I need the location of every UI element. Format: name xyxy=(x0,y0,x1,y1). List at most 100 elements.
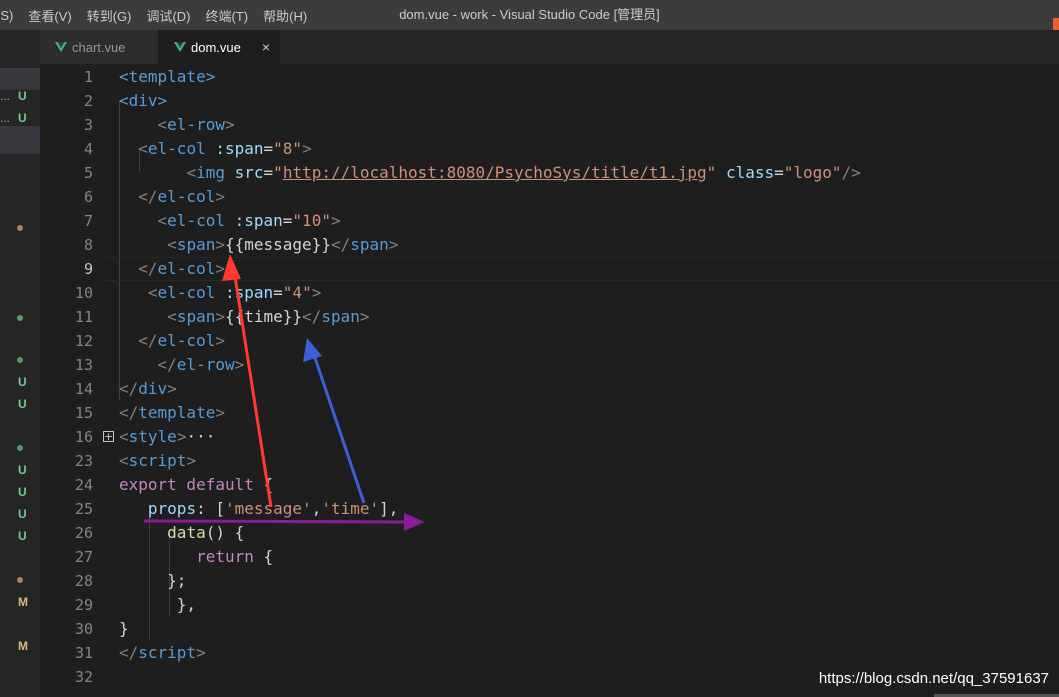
code-text: <el-col :span="10"> xyxy=(119,209,341,233)
sidebar-row[interactable]: U xyxy=(0,504,40,526)
code-line[interactable]: 12 </el-col> xyxy=(40,329,1059,353)
code-token: class xyxy=(725,163,775,182)
vue-icon xyxy=(55,42,67,52)
code-line[interactable]: 16 + <style>··· xyxy=(40,425,1059,449)
sidebar-row[interactable]: U xyxy=(0,372,40,394)
git-status-badge: U xyxy=(18,375,27,389)
code-line[interactable]: 30} xyxy=(40,617,1059,641)
code-line[interactable]: 4 <el-col :span="8"> xyxy=(40,137,1059,161)
code-token: template xyxy=(138,403,216,422)
code-token: : [ xyxy=(196,499,225,518)
code-token: > xyxy=(186,451,197,470)
code-token: img xyxy=(196,163,225,182)
code-line[interactable]: 13 </el-row> xyxy=(40,353,1059,377)
sidebar-row[interactable] xyxy=(0,437,40,459)
code-line[interactable]: 7 <el-col :span="10"> xyxy=(40,209,1059,233)
code-line[interactable]: 9 </el-col> xyxy=(40,257,1059,281)
git-status-badge: U xyxy=(18,89,27,103)
sidebar-row[interactable]: M xyxy=(0,636,40,658)
git-status-badge: U xyxy=(18,485,27,499)
code-line[interactable]: 10 <el-col :span="4"> xyxy=(40,281,1059,305)
line-number: 6 xyxy=(83,188,93,206)
sidebar-row[interactable]: U xyxy=(0,460,40,482)
code-token: }, xyxy=(176,595,197,614)
truncation-dots: ... xyxy=(0,89,11,103)
code-editor[interactable]: 1 <template> 2 <div> 3 <el-row> 4 <el-col :sp… xyxy=(40,64,1059,697)
code-line[interactable]: 5 <img src="http://localhost:8080/Psycho… xyxy=(40,161,1059,185)
sidebar-row[interactable]: U xyxy=(0,482,40,504)
tab-chart-vue[interactable]: chart.vue xyxy=(40,30,158,64)
code-token: "logo" xyxy=(783,163,842,182)
code-line[interactable]: 11 <span>{{time}}</span> xyxy=(40,305,1059,329)
sidebar-row[interactable]: ... U xyxy=(0,108,40,130)
code-text: </div> xyxy=(119,377,177,401)
code-token: > xyxy=(167,379,177,398)
modified-dot-icon xyxy=(17,315,23,321)
git-status-badge: U xyxy=(18,529,27,543)
code-token: ], xyxy=(379,499,399,518)
sidebar-row[interactable] xyxy=(0,217,40,239)
git-status-badge: U xyxy=(18,111,27,125)
code-token: < xyxy=(167,235,177,254)
code-line[interactable]: 2 <div> xyxy=(40,89,1059,113)
code-token: > xyxy=(176,427,187,446)
code-token: < xyxy=(157,115,168,134)
sidebar-row[interactable] xyxy=(0,349,40,371)
line-number: 15 xyxy=(74,404,93,422)
code-text: }, xyxy=(119,593,196,617)
code-line[interactable]: 24 export default { xyxy=(40,473,1059,497)
code-line[interactable]: 1 <template> xyxy=(40,65,1059,89)
sidebar-row[interactable]: M xyxy=(0,592,40,614)
code-text: </template> xyxy=(119,401,225,425)
sidebar-row[interactable]: U xyxy=(0,394,40,416)
fold-expand-icon[interactable]: + xyxy=(103,431,114,442)
line-number: 7 xyxy=(83,212,93,230)
code-line[interactable]: 26 data() { xyxy=(40,521,1059,545)
watermark: https://blog.csdn.net/qq_37591637 xyxy=(818,670,1049,687)
tab-label: dom.vue xyxy=(191,39,241,55)
tab-dom-vue[interactable]: dom.vue × xyxy=(158,30,280,64)
code-token: </ xyxy=(138,331,158,350)
code-line[interactable]: 15 </template> xyxy=(40,401,1059,425)
code-line[interactable]: 31 </script> xyxy=(40,641,1059,665)
sidebar-row[interactable] xyxy=(0,569,40,591)
git-status-badge: M xyxy=(18,595,28,609)
line-number: 24 xyxy=(74,476,93,494)
code-token: el-row xyxy=(176,355,235,374)
code-token: </ xyxy=(157,355,177,374)
code-line[interactable]: 29 }, xyxy=(40,593,1059,617)
code-text: <el-col :span="4"> xyxy=(119,281,321,305)
sidebar-row[interactable]: ... U xyxy=(0,86,40,108)
code-line[interactable]: 28 }; xyxy=(40,569,1059,593)
line-number: 32 xyxy=(74,668,93,686)
code-line[interactable]: 3 <el-row> xyxy=(40,113,1059,137)
code-token: </ xyxy=(138,259,158,278)
code-token: "4" xyxy=(282,283,312,302)
line-number: 3 xyxy=(83,116,93,134)
line-number: 29 xyxy=(74,596,93,614)
code-line[interactable]: 14 </div> xyxy=(40,377,1059,401)
code-line[interactable]: 6 </el-col> xyxy=(40,185,1059,209)
code-line[interactable]: 23 <script> xyxy=(40,449,1059,473)
code-token: </ xyxy=(138,187,158,206)
code-token: < xyxy=(186,163,197,182)
close-icon[interactable]: × xyxy=(262,39,270,55)
code-line[interactable]: 8 <span>{{message}}</span> xyxy=(40,233,1059,257)
code-token: props xyxy=(147,499,197,518)
sidebar-row[interactable]: U xyxy=(0,526,40,548)
code-line[interactable]: 27 return { xyxy=(40,545,1059,569)
code-text: <img src="http://localhost:8080/PsychoSy… xyxy=(119,161,860,185)
line-number: 23 xyxy=(74,452,93,470)
code-token: return xyxy=(196,547,254,566)
sidebar-selected-row xyxy=(0,126,40,154)
sidebar-row[interactable] xyxy=(0,307,40,329)
code-token: <div> xyxy=(119,91,168,110)
code-line[interactable]: 25 props: ['message','time'], xyxy=(40,497,1059,521)
